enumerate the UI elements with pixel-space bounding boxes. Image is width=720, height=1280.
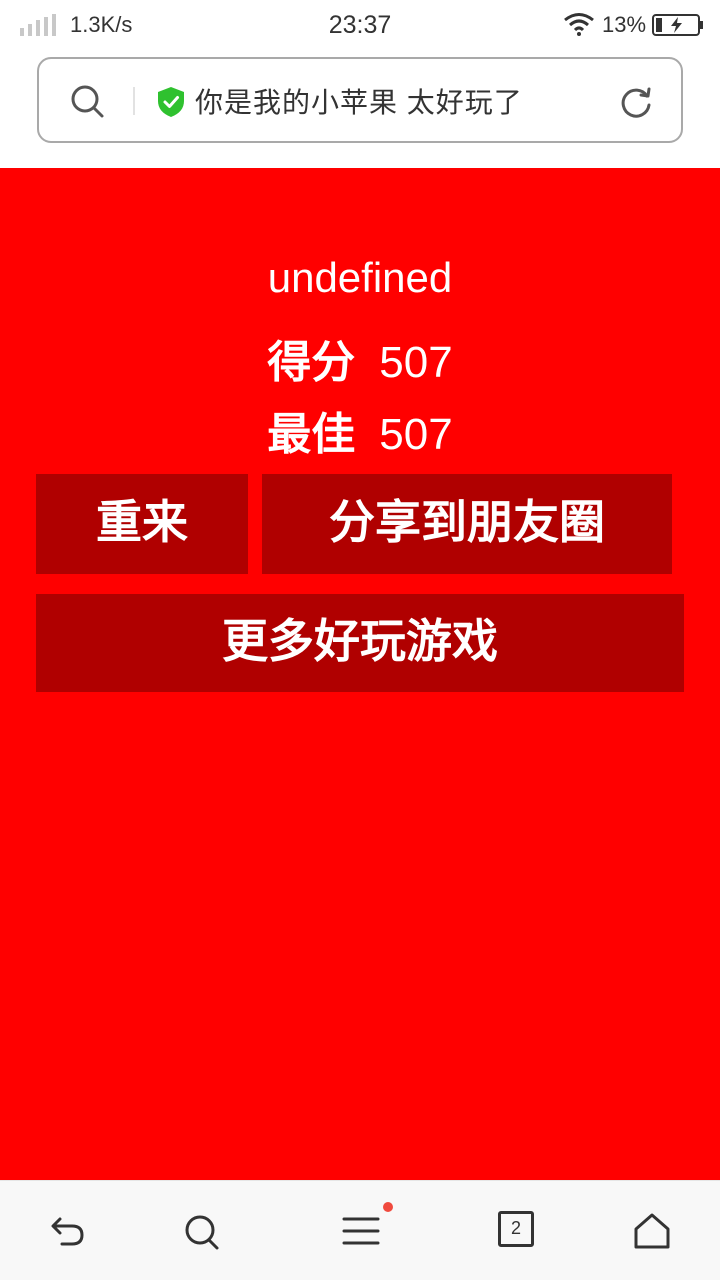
- score-row: 得分 507: [0, 326, 720, 390]
- game-title: undefined: [267, 254, 453, 301]
- browser-app: 1.3K/s 23:37 13% 你是我的小苹果 太好玩了 undefined …: [0, 0, 720, 1280]
- home-icon[interactable]: [632, 1211, 672, 1251]
- search-icon[interactable]: [182, 1211, 222, 1251]
- menu-icon[interactable]: [342, 1211, 382, 1251]
- more-games-button[interactable]: 更多好玩游戏: [36, 594, 684, 692]
- bottom-nav: 2: [0, 1180, 720, 1280]
- battery-percent: 13%: [602, 12, 647, 37]
- best-score-row: 最佳 507: [0, 398, 720, 462]
- address-divider: [133, 87, 135, 115]
- restart-button[interactable]: 重来: [36, 474, 248, 574]
- game-result-panel: undefined 得分 507 最佳 507 重来 分享到朋友圈 更多好玩游戏: [0, 168, 720, 1180]
- back-icon[interactable]: [48, 1211, 88, 1251]
- best-score-value: 507: [379, 410, 453, 459]
- status-bar: 1.3K/s 23:37 13%: [0, 0, 720, 50]
- refresh-icon[interactable]: [619, 85, 653, 119]
- score-label: 得分: [267, 338, 356, 387]
- tabs-count: 2: [498, 1211, 534, 1247]
- address-bar[interactable]: 你是我的小苹果 太好玩了: [37, 57, 683, 143]
- notification-dot: [383, 1202, 393, 1212]
- tabs-icon[interactable]: 2: [498, 1211, 538, 1251]
- battery-charging-icon: [652, 14, 703, 36]
- share-moments-button[interactable]: 分享到朋友圈: [262, 474, 672, 574]
- score-value: 507: [379, 338, 453, 387]
- search-icon[interactable]: [69, 83, 105, 119]
- best-score-label: 最佳: [267, 410, 356, 459]
- page-title[interactable]: 你是我的小苹果 太好玩了: [195, 81, 523, 121]
- shield-check-icon: [158, 87, 184, 117]
- wifi-icon: [564, 13, 594, 36]
